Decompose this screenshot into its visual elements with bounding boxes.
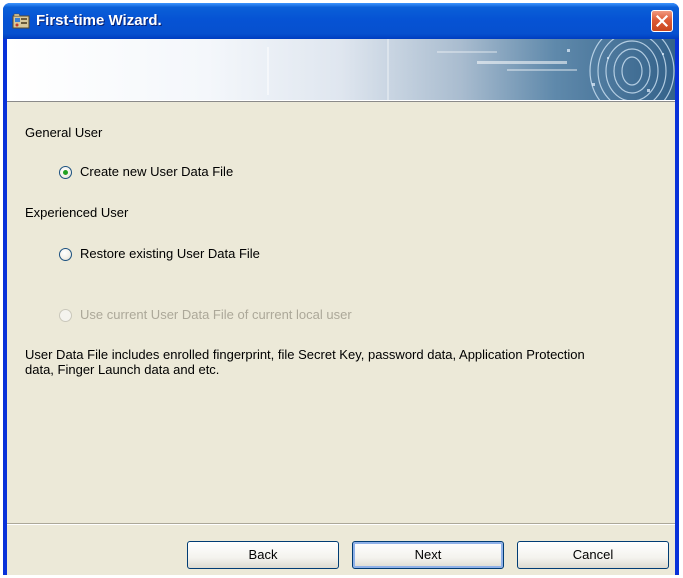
use-current-radio [59,309,72,322]
back-button[interactable]: Back [187,541,339,569]
general-user-heading: General User [25,125,103,140]
next-button[interactable]: Next [352,541,504,569]
fingerprint-banner-graphic [7,39,675,102]
title-bar[interactable]: First-time Wizard. [3,3,679,39]
info-description: User Data File includes enrolled fingerp… [25,347,585,377]
close-button[interactable] [651,10,673,32]
window-title: First-time Wizard. [36,12,162,29]
radio-selected-dot [63,170,68,175]
restore-existing-label: Restore existing User Data File [80,246,260,261]
dialog-body: General User Create new User Data File E… [7,39,675,575]
use-current-label: Use current User Data File of current lo… [80,307,352,322]
banner-divider [7,100,675,101]
cancel-button[interactable]: Cancel [517,541,669,569]
experienced-user-heading: Experienced User [25,205,129,220]
create-new-radio[interactable] [59,166,72,179]
footer-divider [7,523,675,525]
wizard-app-icon [12,13,30,29]
restore-existing-radio[interactable] [59,248,72,261]
create-new-label: Create new User Data File [80,164,234,179]
close-icon [655,14,669,28]
wizard-window: First-time Wizard. General User Create n… [3,3,679,575]
